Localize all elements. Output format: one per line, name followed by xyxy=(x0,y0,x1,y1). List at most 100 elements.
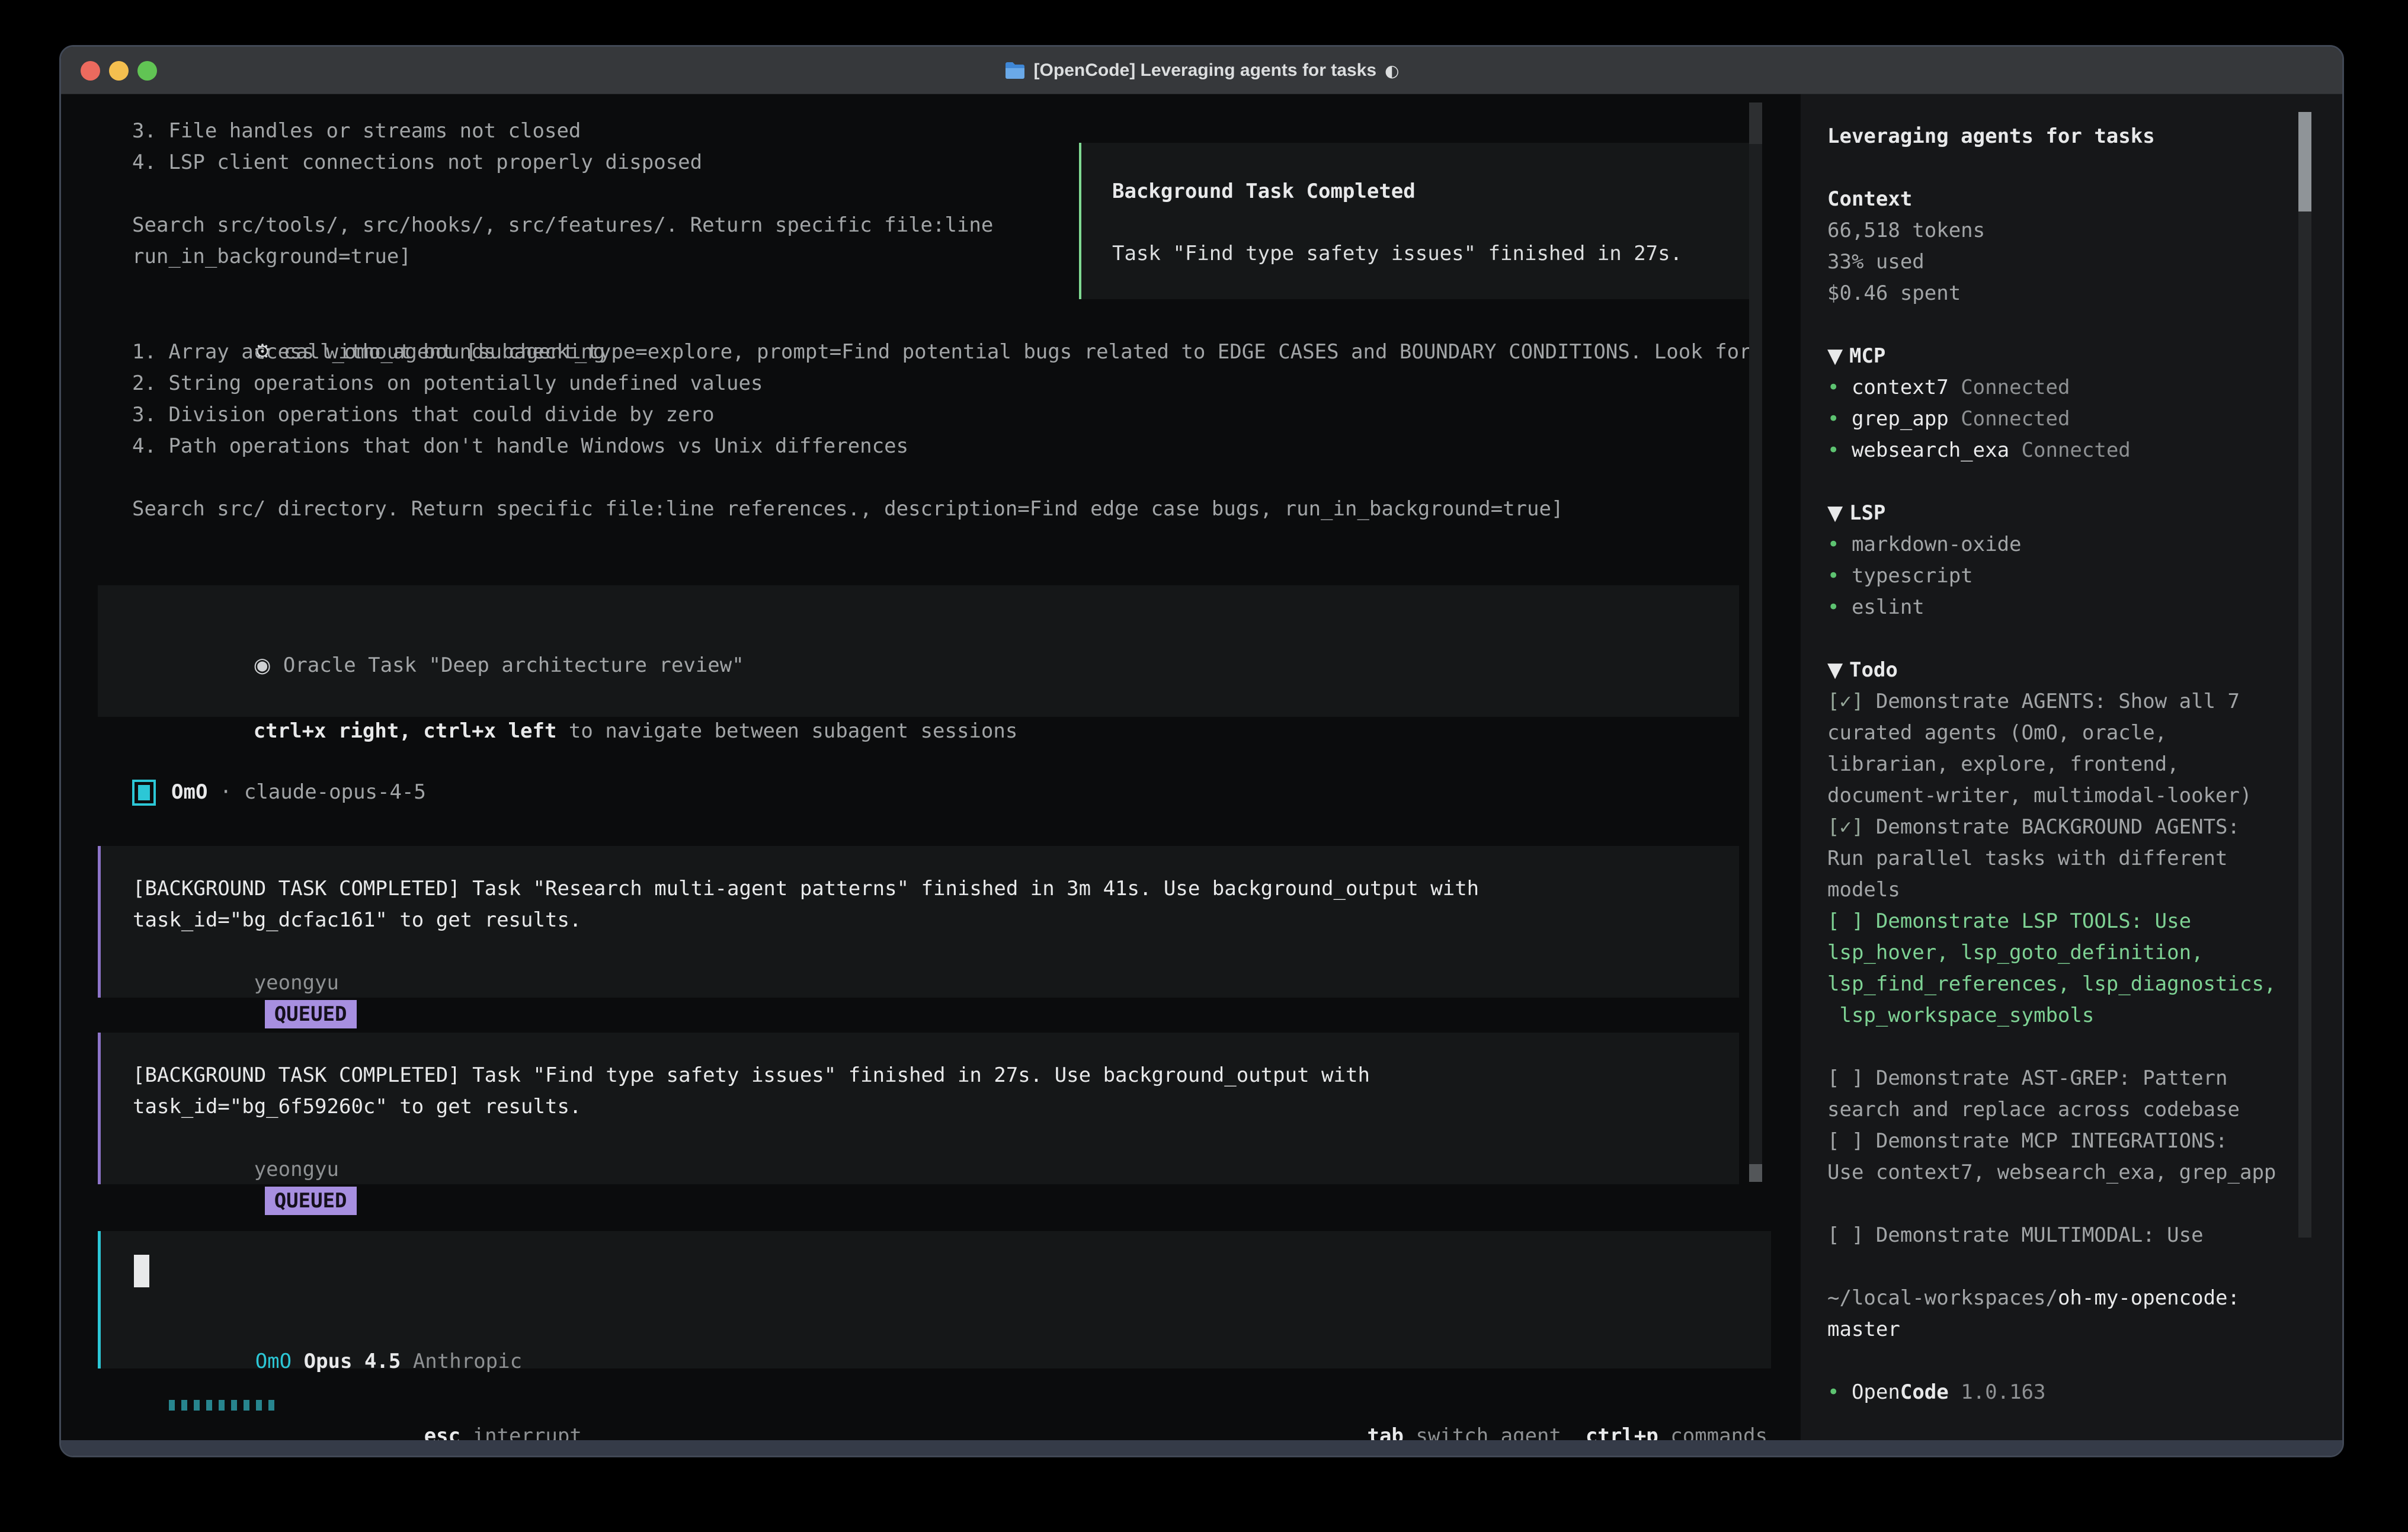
terminal-line: Search src/ directory. Return specific f… xyxy=(132,493,1751,525)
input-provider: Anthropic xyxy=(413,1350,522,1373)
bg-task-line1: [BACKGROUND TASK COMPLETED] Task "Resear… xyxy=(133,873,1707,905)
lsp-item: • markdown-oxide xyxy=(1827,529,2307,560)
status-dot-icon: • xyxy=(1827,438,1852,462)
spinner-dot xyxy=(194,1400,200,1411)
todo-text: Demonstrate AGENTS: Show all 7 xyxy=(1863,690,2240,713)
todo-line: search and replace across codebase xyxy=(1827,1094,2307,1126)
mcp-heading: MCP xyxy=(1849,344,1885,368)
status-bar: esc interrupt tab switch agent ctrl+p co… xyxy=(132,1389,1767,1421)
fisheye-icon: ◉ xyxy=(254,653,271,677)
chat-scrollbar[interactable] xyxy=(1749,102,1762,1182)
sidebar-scrollbar[interactable] xyxy=(2298,112,2311,1238)
bg-task-line1: [BACKGROUND TASK COMPLETED] Task "Find t… xyxy=(133,1060,1707,1091)
todo-line: [✓] Demonstrate BACKGROUND AGENTS: xyxy=(1827,812,2307,843)
todo-line: lsp_workspace_symbols xyxy=(1827,1000,2307,1031)
todo-line: models xyxy=(1827,874,2307,906)
window-title-text: [OpenCode] Leveraging agents for tasks xyxy=(1034,60,1376,81)
todo-text: Demonstrate BACKGROUND AGENTS: xyxy=(1863,815,2240,839)
terminal-window: [OpenCode] Leveraging agents for tasks ◐… xyxy=(59,45,2344,1457)
oracle-task-card[interactable]: ◉ Oracle Task "Deep architecture review"… xyxy=(98,585,1739,717)
chat-scrollbar-thumb-top[interactable] xyxy=(1749,102,1762,144)
agent-name: OmO xyxy=(171,777,207,808)
todo-line: Run parallel tasks with different xyxy=(1827,843,2307,874)
folder-icon xyxy=(1004,61,1026,80)
toast-body: Task "Find type safety issues" finished … xyxy=(1112,238,1726,270)
todo-line: Use context7, websearch_exa, grep_app xyxy=(1827,1157,2307,1188)
terminal-line: 2. String operations on potentially unde… xyxy=(132,368,1751,399)
status-dot-icon: • xyxy=(1827,564,1852,588)
tab-key-hint: tab xyxy=(1367,1424,1403,1440)
window-bottom-edge xyxy=(61,1440,2342,1456)
esc-key-label: interrupt xyxy=(460,1424,582,1440)
title-bar[interactable]: [OpenCode] Leveraging agents for tasks ◐ xyxy=(61,47,2342,94)
todo-line: [ ] Demonstrate MCP INTEGRATIONS: xyxy=(1827,1126,2307,1157)
esc-key-hint: esc xyxy=(424,1424,460,1440)
assistant-output-lines: 3. File handles or streams not closed4. … xyxy=(132,116,993,273)
toast-title: Background Task Completed xyxy=(1112,176,1726,207)
workspace-prefix: ~/local-workspaces/ xyxy=(1827,1286,2058,1310)
mcp-item: • grep_app Connected xyxy=(1827,403,2307,435)
mcp-status: Connected xyxy=(1949,376,2070,399)
todo-section-header[interactable]: ▼ Todo xyxy=(1827,655,2307,686)
terminal-line: 3. File handles or streams not closed xyxy=(132,116,993,147)
agent-session-header: OmO · claude-opus-4-5 xyxy=(132,777,426,808)
todo-line: librarian, explore, frontend, xyxy=(1827,749,2307,780)
sidebar-scrollbar-thumb[interactable] xyxy=(2298,112,2311,211)
prompt-input[interactable]: OmO Opus 4.5 Anthropic xyxy=(98,1231,1771,1368)
terminal-line: Search src/tools/, src/hooks/, src/featu… xyxy=(132,210,993,241)
bg-task-line2: task_id="bg_dcfac161" to get results. xyxy=(133,905,1707,936)
tool-call-block: ⚙ call_omo_agent [subagent_type=explore,… xyxy=(132,305,1751,525)
todo-line: document-writer, multimodal-looker) xyxy=(1827,780,2307,812)
chevron-down-icon: ▼ xyxy=(1827,501,1849,525)
todo-line: curated agents (OmO, oracle, xyxy=(1827,717,2307,749)
busy-spinner-dots xyxy=(169,1400,274,1411)
mcp-section-header[interactable]: ▼ MCP xyxy=(1827,341,2307,372)
input-agent-name: OmO xyxy=(255,1350,292,1373)
text-cursor xyxy=(134,1255,149,1287)
spinner-dot xyxy=(169,1400,175,1411)
workspace-branch: master xyxy=(1827,1314,2307,1345)
bg-task-user: yeongyu xyxy=(254,1158,339,1181)
spinner-dot xyxy=(268,1400,274,1411)
sidebar-session-title: Leveraging agents for tasks xyxy=(1827,121,2307,152)
bg-task-line2: task_id="bg_6f59260c" to get results. xyxy=(133,1091,1707,1123)
status-dot-icon: • xyxy=(1827,533,1852,556)
status-dot-icon: • xyxy=(1827,1380,1852,1404)
lsp-section-header[interactable]: ▼ LSP xyxy=(1827,498,2307,529)
terminal-line: 3. Division operations that could divide… xyxy=(132,399,1751,431)
app-version-number: 1.0.163 xyxy=(1949,1380,2046,1404)
oracle-hint-text: to navigate between subagent sessions xyxy=(556,719,1017,743)
background-task-toast: Background Task Completed Task "Find typ… xyxy=(1079,143,1759,299)
status-dot-icon: • xyxy=(1827,376,1852,399)
input-meta: OmO Opus 4.5 Anthropic xyxy=(134,1315,522,1346)
lsp-item: • eslint xyxy=(1827,592,2307,623)
terminal-line: 4. Path operations that don't handle Win… xyxy=(132,431,1751,462)
mcp-status: Connected xyxy=(2009,438,2131,462)
todo-line: [ ] Demonstrate AST-GREP: Pattern xyxy=(1827,1063,2307,1094)
workspace-repo: oh-my-opencode: xyxy=(2058,1286,2240,1310)
lsp-name: eslint xyxy=(1852,595,1925,619)
lsp-item: • typescript xyxy=(1827,560,2307,592)
agent-square-icon xyxy=(132,780,156,806)
todo-line: lsp_hover, lsp_goto_definition, xyxy=(1827,937,2307,969)
checked-checkbox-icon: [✓] xyxy=(1827,690,1863,713)
bg-task-user: yeongyu xyxy=(254,971,339,995)
todo-heading: Todo xyxy=(1849,658,1898,682)
session-sidebar: Leveraging agents for tasks Context66,51… xyxy=(1801,94,2342,1440)
todo-line: lsp_find_references, lsp_diagnostics, xyxy=(1827,969,2307,1000)
context-stat: $0.46 spent xyxy=(1827,278,2307,309)
spinner-dot xyxy=(206,1400,212,1411)
window-title: [OpenCode] Leveraging agents for tasks ◐ xyxy=(61,47,2342,94)
chevron-down-icon: ▼ xyxy=(1827,658,1849,682)
context-stat: 66,518 tokens xyxy=(1827,215,2307,246)
ctrlp-key-label: commands xyxy=(1658,1424,1767,1440)
spinner-dot xyxy=(256,1400,262,1411)
mcp-name: context7 xyxy=(1852,376,1949,399)
lsp-name: markdown-oxide xyxy=(1852,533,2022,556)
chat-scrollbar-thumb[interactable] xyxy=(1749,1164,1762,1182)
background-task-message: [BACKGROUND TASK COMPLETED] Task "Find t… xyxy=(98,1033,1739,1184)
spinner-dot xyxy=(231,1400,237,1411)
session-state-icon: ◐ xyxy=(1385,61,1399,81)
opencode-version: • OpenCode 1.0.163 xyxy=(1827,1377,2307,1408)
input-model: Opus 4.5 xyxy=(292,1350,413,1373)
